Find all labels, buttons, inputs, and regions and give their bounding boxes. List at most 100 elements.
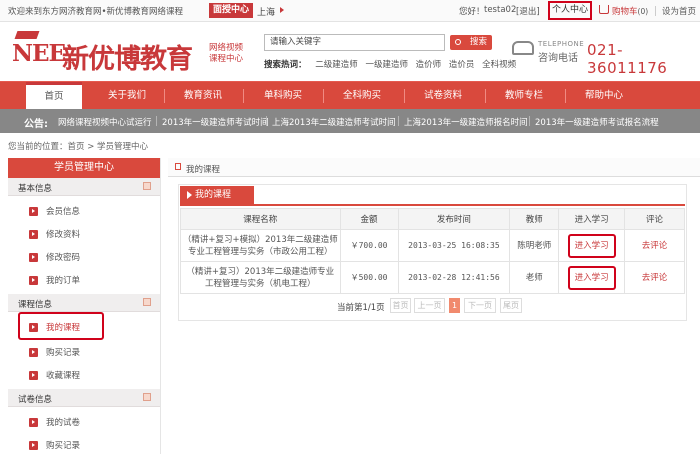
course-name-line: 工程管理与实务（机电工程） (205, 278, 316, 289)
nav-divider (485, 89, 486, 103)
nav-item-news[interactable]: 教育资讯 (170, 82, 236, 110)
set-home-link[interactable]: 设为首页 (662, 5, 696, 17)
announcement-item[interactable]: 上海2013年一级建造师报名时间 (404, 116, 528, 128)
first-page-button[interactable]: 首页 (390, 298, 411, 313)
logo-en[interactable]: NEE (12, 40, 66, 67)
current-page-button[interactable]: 1 (449, 298, 460, 313)
cart-link[interactable]: 购物车(0) (612, 5, 648, 17)
logout-link[interactable]: [退出] (516, 5, 540, 17)
nav-item-single[interactable]: 单科购买 (250, 82, 316, 110)
announcement-item[interactable]: 2013年一级建造师考试时间 (162, 116, 269, 128)
arrow-bullet-icon (29, 207, 38, 216)
sidebar-item-label: 会员信息 (46, 207, 81, 217)
course-teacher: 老师 (509, 261, 560, 294)
user-center-link[interactable]: 个人中心 (548, 1, 592, 20)
sidebar-group-exam: 试卷信息 (8, 389, 160, 407)
top-bar: 欢迎来到东方网济教育网•新优博教育网络课程 面授中心 上海 您好！ testa0… (0, 0, 700, 22)
next-page-button[interactable]: 下一页 (464, 298, 496, 313)
sidebar-group-label: 基本信息 (18, 184, 53, 194)
table-header-row: 课程名称 金额 发布时间 教师 进入学习 评论 (180, 208, 685, 230)
sidebar-item-favorites[interactable]: 收藏课程 (8, 363, 160, 386)
nav-item-help[interactable]: 帮助中心 (571, 82, 637, 110)
telephone-icon (512, 41, 534, 55)
cart-label: 购物车 (612, 7, 638, 17)
sidebar-group-course: 课程信息 (8, 294, 160, 312)
highlight-box (18, 312, 104, 340)
search-icon (455, 39, 461, 45)
announcement-item[interactable]: 上海2013年二级建造师考试时间 (272, 116, 396, 128)
cart-icon[interactable] (599, 5, 609, 14)
course-name-line: 专业工程管理与实务（市政公用工程） (188, 246, 333, 257)
sidebar-item-label: 购买记录 (46, 348, 81, 358)
logo-cn[interactable]: 新优博教育 (62, 37, 193, 76)
collapse-icon[interactable] (143, 182, 151, 190)
sidebar-group-label: 试卷信息 (18, 395, 53, 405)
nav-item-full[interactable]: 全科购买 (329, 82, 395, 110)
comment-link[interactable]: 去评论 (642, 241, 668, 251)
hot-word[interactable]: 二级建造师 (315, 60, 358, 70)
nav-divider (323, 89, 324, 103)
course-action-cell: 进入学习 (558, 229, 626, 262)
sidebar-item-my-orders[interactable]: 我的订单 (8, 268, 160, 291)
sidebar-item-paper-records[interactable]: 购买记录 (8, 433, 160, 454)
sidebar-item-purchase-records[interactable]: 购买记录 (8, 340, 160, 363)
sidebar-item-my-papers[interactable]: 我的试卷 (8, 410, 160, 433)
logo-cap-icon (14, 31, 40, 39)
sidebar-item-member-info[interactable]: 会员信息 (8, 199, 160, 222)
table-row: （精讲+复习+模拟）2013年二级建造师 专业工程管理与实务（市政公用工程） ￥… (180, 229, 685, 262)
collapse-icon[interactable] (143, 298, 151, 306)
tab-my-courses[interactable]: 我的课程 (180, 186, 254, 204)
course-time: 2013-02-28 12:41:56 (397, 261, 511, 294)
prev-page-button[interactable]: 上一页 (414, 298, 445, 313)
arrow-bullet-icon (29, 418, 38, 427)
course-action-cell: 进入学习 (558, 261, 626, 294)
sidebar-item-label: 我的订单 (46, 276, 81, 286)
collapse-icon[interactable] (143, 393, 151, 401)
arrow-bullet-icon (29, 276, 38, 285)
region-button[interactable]: 面授中心 (209, 3, 254, 18)
nav-item-about[interactable]: 关于我们 (96, 82, 158, 110)
cart-count: (0) (637, 7, 649, 16)
hot-word[interactable]: 造价员 (449, 60, 475, 70)
search-button-label: 搜索 (469, 37, 487, 47)
announcement-item[interactable]: 网络课程视频中心试运行 (58, 116, 152, 128)
hot-word[interactable]: 造价师 (416, 60, 442, 70)
hot-word[interactable]: 全科视频 (482, 60, 516, 70)
slogan-line2: 课程中心 (209, 54, 244, 64)
phone-number: 021-36011176 (587, 41, 668, 77)
column-header: 课程名称 (180, 208, 341, 230)
comment-link[interactable]: 去评论 (642, 273, 668, 283)
course-name[interactable]: （精讲+复习+模拟）2013年二级建造师 专业工程管理与实务（市政公用工程） (180, 229, 341, 262)
course-name[interactable]: （精讲+复习）2013年二级建造师专业 工程管理与实务（机电工程） (180, 261, 341, 294)
column-header: 评论 (624, 208, 685, 230)
pagination: 当前第1/1页 首页 上一页 1 下一页 尾页 (180, 298, 685, 316)
search-input[interactable]: 请输入关键字 (264, 34, 445, 51)
hot-words: 搜索热词： 二级建造师 一级建造师 造价师 造价员 全科视频 (264, 58, 521, 70)
city-selector[interactable]: 上海 (257, 5, 275, 18)
hot-words-label: 搜索热词： (264, 60, 307, 70)
course-comment-cell: 去评论 (624, 261, 685, 294)
nav-divider (565, 89, 566, 103)
sidebar-item-edit-profile[interactable]: 修改资料 (8, 222, 160, 245)
enter-study-button[interactable]: 进入学习 (567, 233, 616, 258)
column-header: 教师 (509, 208, 560, 230)
sidebar-divider (160, 158, 161, 454)
sidebar-item-label: 修改资料 (46, 230, 81, 240)
nav-divider (404, 89, 405, 103)
city-arrow-icon[interactable] (280, 7, 284, 13)
announcement-item[interactable]: 2013年一级建造师考试报名流程 (535, 116, 659, 128)
last-page-button[interactable]: 尾页 (500, 298, 522, 313)
enter-study-button[interactable]: 进入学习 (567, 265, 616, 290)
sidebar-item-change-password[interactable]: 修改密码 (8, 245, 160, 268)
page-root: 欢迎来到东方网济教育网•新优博教育网络课程 面授中心 上海 您好！ testa0… (0, 0, 700, 454)
search-button[interactable]: 搜索 (450, 35, 492, 50)
hot-word[interactable]: 一级建造师 (365, 60, 408, 70)
page-info: 当前第1/1页 (337, 303, 385, 313)
nav-item-home[interactable]: 首页 (26, 82, 82, 110)
nav-item-teachers[interactable]: 教师专栏 (491, 82, 557, 110)
nav-item-papers[interactable]: 试卷资料 (410, 82, 476, 110)
course-comment-cell: 去评论 (624, 229, 685, 262)
column-header: 进入学习 (558, 208, 626, 230)
sidebar-title: 学员管理中心 (8, 158, 160, 178)
course-time: 2013-03-25 16:08:35 (397, 229, 511, 262)
